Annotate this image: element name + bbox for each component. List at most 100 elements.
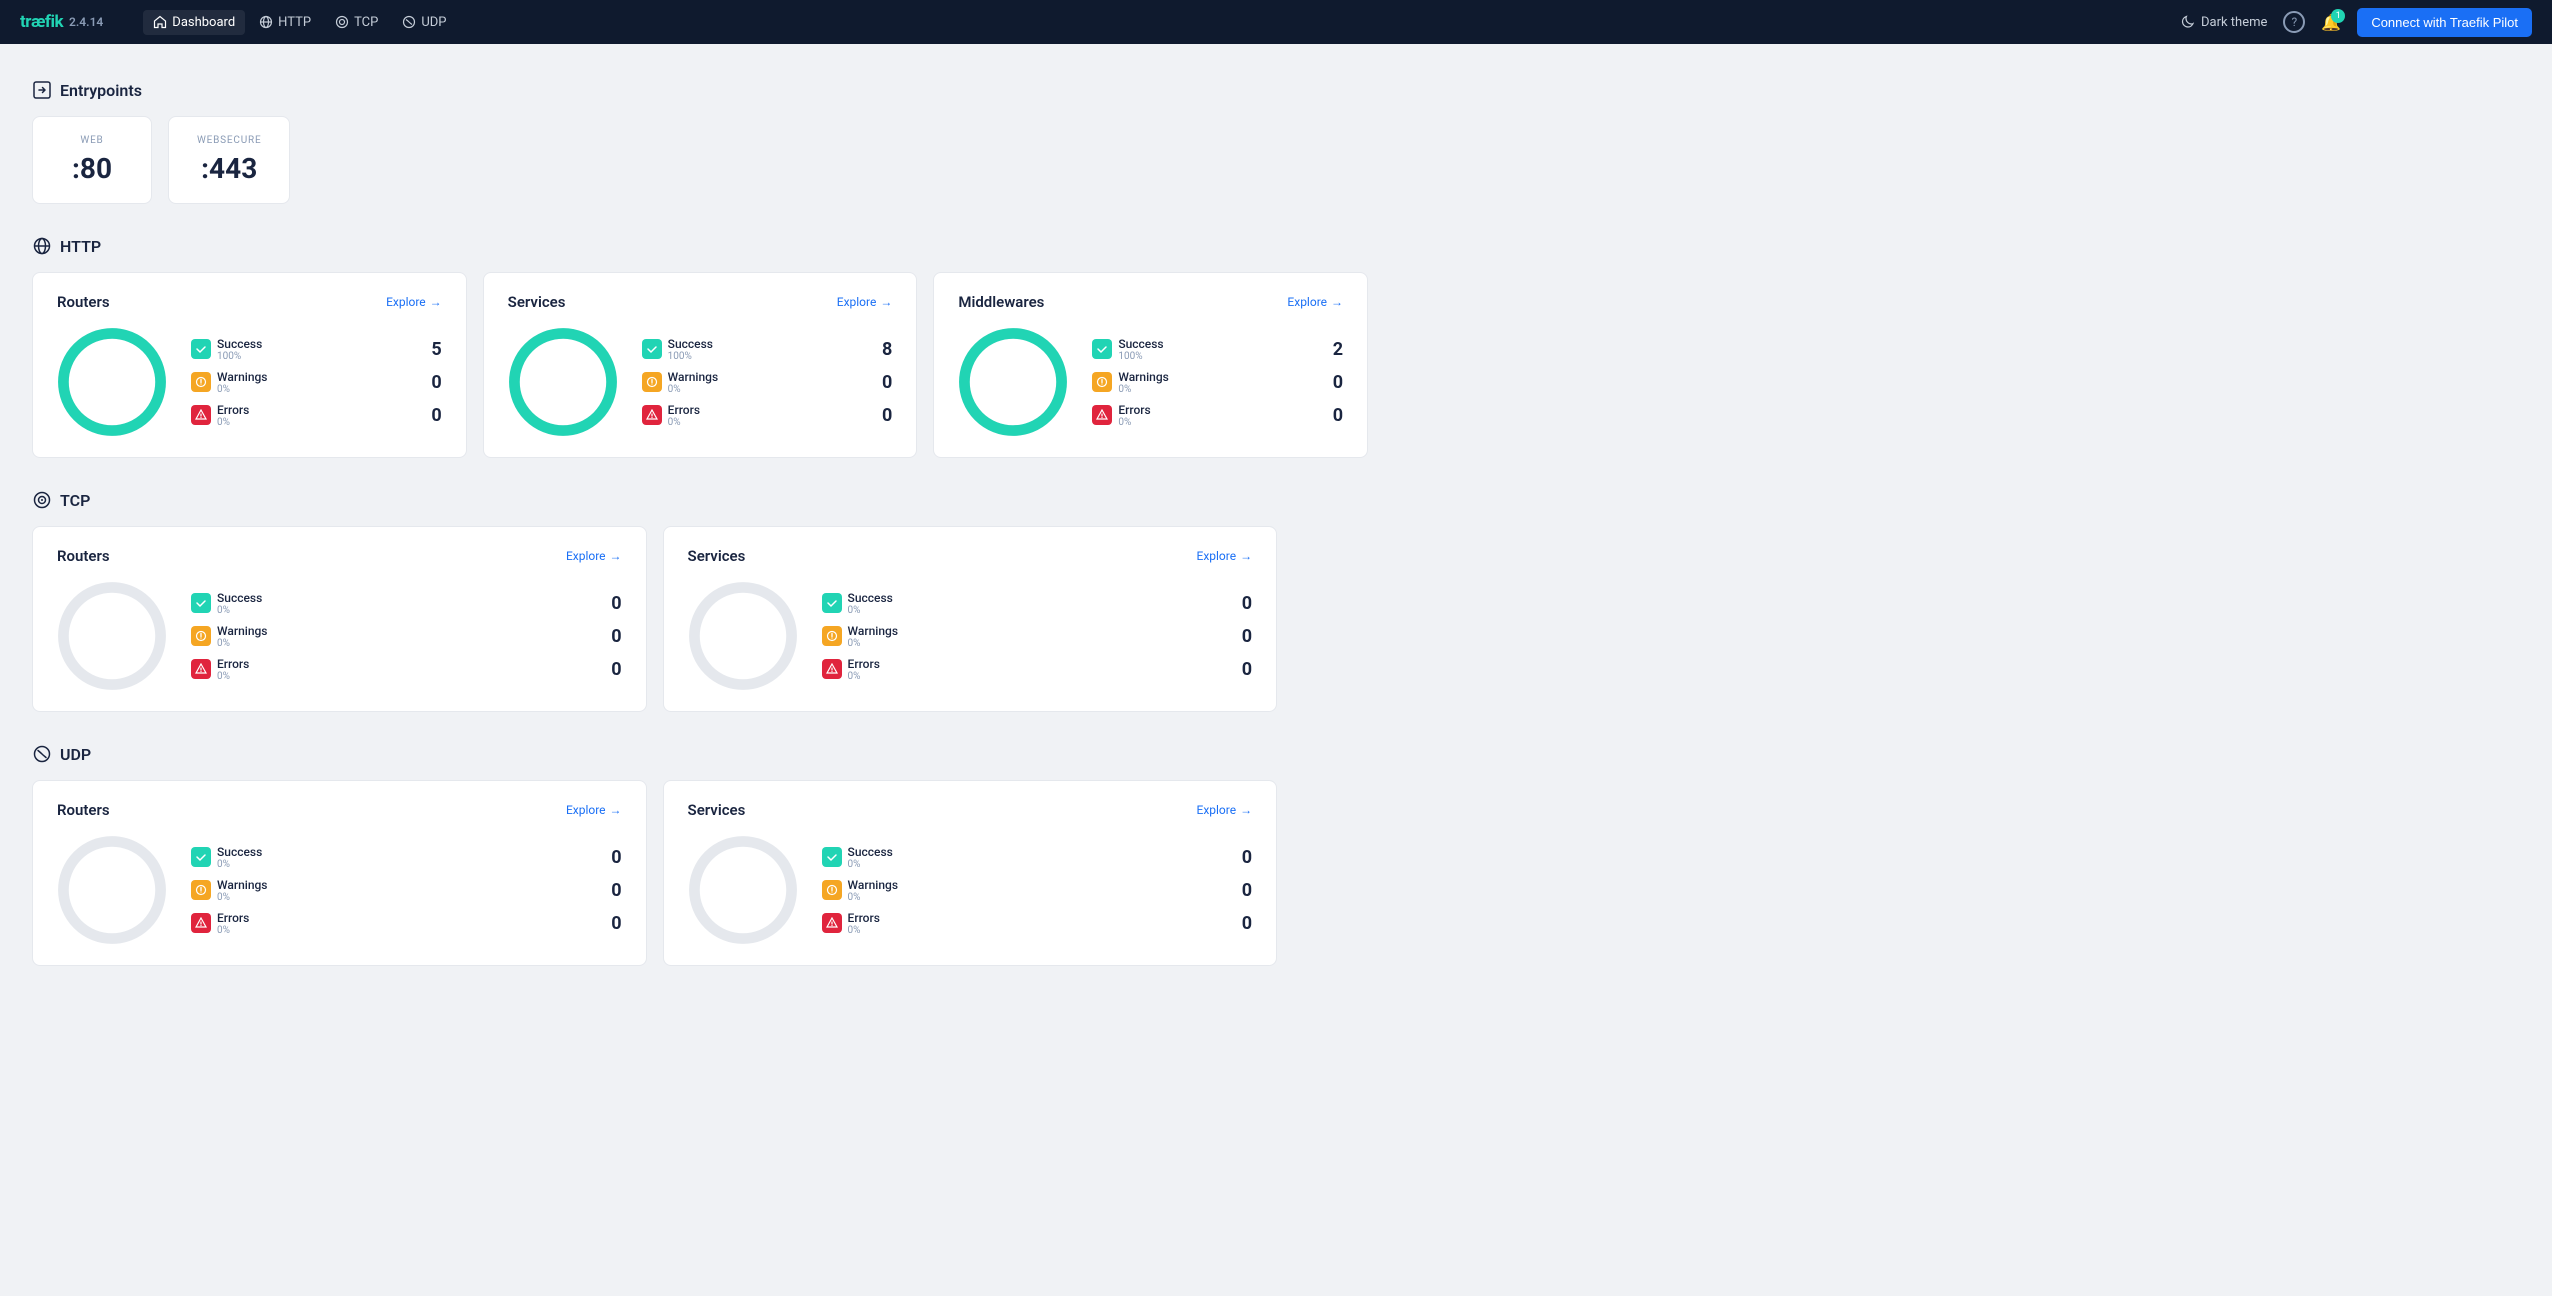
udp-cards: Routers Explore → — [32, 780, 1368, 966]
entrypoints-header: Entrypoints — [32, 80, 1368, 100]
udp-routers-explore[interactable]: Explore → — [566, 803, 622, 817]
http-routers-card: Routers Explore → — [32, 272, 467, 458]
udp-icon — [402, 15, 416, 29]
moon-icon — [2181, 15, 2195, 29]
tcp-cards: Routers Explore → — [32, 526, 1368, 712]
nav-tcp[interactable]: TCP — [325, 10, 388, 35]
udp-routers-card: Routers Explore → — [32, 780, 647, 966]
legend-row-error: Errors 0% 0 — [191, 403, 442, 428]
help-button[interactable]: ? — [2283, 11, 2305, 33]
nav-links: Dashboard HTTP TCP UDP — [143, 10, 456, 35]
tcp-routers-legend: Success 0% 0 — [191, 591, 622, 682]
nav-udp[interactable]: UDP — [392, 10, 456, 35]
http-icon — [32, 236, 52, 256]
warning-icon — [191, 372, 211, 392]
http-routers-donut — [57, 327, 167, 437]
entrypoints-list: WEB :80 WEBSECURE :443 — [32, 116, 1368, 204]
entrypoint-websecure: WEBSECURE :443 — [168, 116, 290, 204]
tcp-routers-title: Routers — [57, 547, 110, 565]
home-icon — [153, 15, 167, 29]
tcp-services-donut — [688, 581, 798, 691]
nav-dashboard[interactable]: Dashboard — [143, 10, 245, 35]
tcp-title: TCP — [60, 491, 90, 510]
udp-section: UDP Routers Explore → — [32, 744, 1368, 966]
error-icon — [191, 659, 211, 679]
http-middlewares-donut — [958, 327, 1068, 437]
http-routers-explore[interactable]: Explore → — [386, 295, 442, 309]
http-middlewares-title: Middlewares — [958, 293, 1044, 311]
http-section: HTTP Routers Explore → — [32, 236, 1368, 458]
udp-services-title: Services — [688, 801, 746, 819]
http-middlewares-legend: Success 100% 2 — [1092, 337, 1343, 428]
main-content: Entrypoints WEB :80 WEBSECURE :443 HTTP — [0, 44, 1400, 1026]
notification-badge: 1 — [2331, 9, 2345, 23]
udp-section-icon — [32, 744, 52, 764]
success-icon — [642, 339, 662, 359]
nav-http[interactable]: HTTP — [249, 10, 321, 35]
http-services-donut — [508, 327, 618, 437]
tcp-routers-explore[interactable]: Explore → — [566, 549, 622, 563]
success-icon — [822, 593, 842, 613]
http-cards: Routers Explore → — [32, 272, 1368, 458]
udp-header: UDP — [32, 744, 1368, 764]
success-icon — [191, 847, 211, 867]
warning-icon — [1092, 372, 1112, 392]
tcp-icon — [32, 490, 52, 510]
success-icon — [822, 847, 842, 867]
success-icon — [191, 593, 211, 613]
udp-services-explore[interactable]: Explore → — [1197, 803, 1253, 817]
http-services-legend: Success 100% 8 — [642, 337, 893, 428]
tcp-icon — [335, 15, 349, 29]
error-icon — [822, 659, 842, 679]
http-routers-title: Routers — [57, 293, 110, 311]
http-services-card: Services Explore → — [483, 272, 918, 458]
error-icon — [822, 913, 842, 933]
http-header: HTTP — [32, 236, 1368, 256]
udp-services-legend: Success 0% 0 — [822, 845, 1253, 936]
success-icon — [1092, 339, 1112, 359]
http-middlewares-card: Middlewares Explore → — [933, 272, 1368, 458]
connect-pilot-button[interactable]: Connect with Traefik Pilot — [2357, 8, 2532, 37]
navbar-right: Dark theme ? 🔔 1 Connect with Traefik Pi… — [2181, 8, 2532, 37]
legend-row-success: Success 100% 5 — [191, 337, 442, 362]
error-icon — [1092, 405, 1112, 425]
tcp-services-legend: Success 0% 0 — [822, 591, 1253, 682]
error-icon — [191, 913, 211, 933]
tcp-header: TCP — [32, 490, 1368, 510]
http-middlewares-explore[interactable]: Explore → — [1287, 295, 1343, 309]
tcp-routers-donut — [57, 581, 167, 691]
dark-theme-toggle[interactable]: Dark theme — [2181, 15, 2267, 30]
globe-icon — [259, 15, 273, 29]
warning-icon — [191, 626, 211, 646]
entrypoints-section: Entrypoints WEB :80 WEBSECURE :443 — [32, 80, 1368, 204]
warning-icon — [642, 372, 662, 392]
notifications-button[interactable]: 🔔 1 — [2321, 13, 2341, 32]
udp-services-donut — [688, 835, 798, 945]
tcp-services-title: Services — [688, 547, 746, 565]
error-icon — [191, 405, 211, 425]
brand-logo: træfik — [20, 12, 63, 32]
entrypoint-web: WEB :80 — [32, 116, 152, 204]
success-icon — [191, 339, 211, 359]
brand-version: 2.4.14 — [69, 15, 103, 29]
tcp-section: TCP Routers Explore → — [32, 490, 1368, 712]
brand: træfik 2.4.14 — [20, 12, 103, 32]
udp-services-card: Services Explore → — [663, 780, 1278, 966]
entrypoints-title: Entrypoints — [60, 81, 142, 100]
udp-routers-legend: Success 0% 0 — [191, 845, 622, 936]
udp-title: UDP — [60, 745, 91, 764]
legend-row-warning: Warnings 0% 0 — [191, 370, 442, 395]
warning-icon — [822, 880, 842, 900]
http-services-title: Services — [508, 293, 566, 311]
warning-icon — [822, 626, 842, 646]
navbar: træfik 2.4.14 Dashboard HTTP TCP — [0, 0, 2552, 44]
tcp-services-explore[interactable]: Explore → — [1197, 549, 1253, 563]
udp-routers-donut — [57, 835, 167, 945]
warning-icon — [191, 880, 211, 900]
tcp-routers-card: Routers Explore → — [32, 526, 647, 712]
http-services-explore[interactable]: Explore → — [837, 295, 893, 309]
tcp-services-card: Services Explore → — [663, 526, 1278, 712]
error-icon — [642, 405, 662, 425]
entrypoints-icon — [32, 80, 52, 100]
http-routers-legend: Success 100% 5 — [191, 337, 442, 428]
